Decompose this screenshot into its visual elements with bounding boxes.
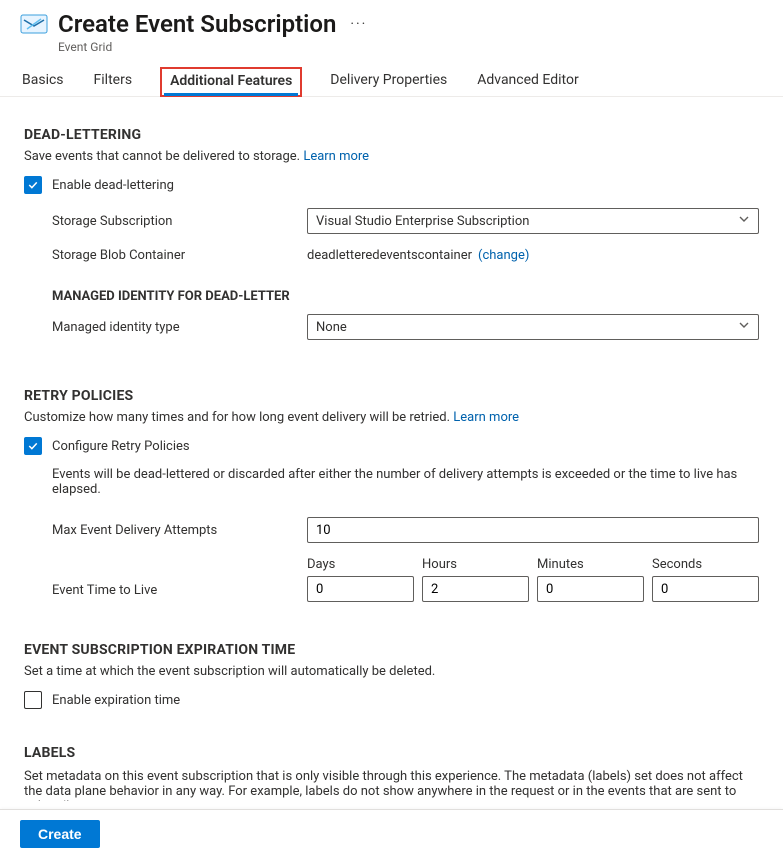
configure-retry-policies-checkbox[interactable] xyxy=(24,437,42,455)
chevron-down-icon xyxy=(738,213,750,229)
enable-dead-lettering-checkbox[interactable] xyxy=(24,176,42,194)
managed-identity-type-select[interactable]: None xyxy=(307,314,759,340)
max-attempts-label: Max Event Delivery Attempts xyxy=(52,523,307,538)
enable-dead-lettering-label: Enable dead-lettering xyxy=(52,178,174,193)
storage-subscription-label: Storage Subscription xyxy=(52,214,307,229)
managed-identity-type-label: Managed identity type xyxy=(52,320,307,335)
chevron-down-icon xyxy=(738,319,750,335)
create-button[interactable]: Create xyxy=(20,820,100,848)
service-name: Event Grid xyxy=(58,40,367,54)
ttl-days-label: Days xyxy=(307,557,414,572)
storage-subscription-select[interactable]: Visual Studio Enterprise Subscription xyxy=(307,208,759,234)
storage-blob-container-value: deadletteredeventscontainer xyxy=(307,248,472,263)
more-menu[interactable]: ··· xyxy=(350,16,367,32)
labels-heading: LABELS xyxy=(24,745,759,761)
ttl-minutes-label: Minutes xyxy=(537,557,644,572)
configure-retry-policies-label: Configure Retry Policies xyxy=(52,439,190,454)
tab-filters[interactable]: Filters xyxy=(92,66,135,96)
event-grid-icon xyxy=(20,10,48,38)
ttl-seconds-label: Seconds xyxy=(652,557,759,572)
page-title: Create Event Subscription xyxy=(58,10,336,38)
dead-lettering-desc: Save events that cannot be delivered to … xyxy=(24,149,759,164)
retry-policies-desc: Customize how many times and for how lon… xyxy=(24,410,759,425)
tab-bar: Basics Filters Additional Features Deliv… xyxy=(0,58,783,97)
retry-learn-more-link[interactable]: Learn more xyxy=(453,410,519,425)
tab-advanced-editor[interactable]: Advanced Editor xyxy=(475,66,580,96)
expiration-heading: EVENT SUBSCRIPTION EXPIRATION TIME xyxy=(24,642,759,658)
ttl-days-input[interactable] xyxy=(307,576,414,602)
enable-expiration-label: Enable expiration time xyxy=(52,693,180,708)
expiration-desc: Set a time at which the event subscripti… xyxy=(24,664,759,679)
tab-delivery-properties[interactable]: Delivery Properties xyxy=(328,66,449,96)
blob-container-change-link[interactable]: (change) xyxy=(478,248,529,263)
ttl-minutes-input[interactable] xyxy=(537,576,644,602)
ttl-hours-label: Hours xyxy=(422,557,529,572)
managed-identity-heading: MANAGED IDENTITY FOR DEAD-LETTER xyxy=(24,289,759,304)
storage-blob-container-label: Storage Blob Container xyxy=(52,248,307,263)
max-attempts-input[interactable] xyxy=(307,517,759,543)
ttl-label: Event Time to Live xyxy=(52,583,307,602)
enable-expiration-checkbox[interactable] xyxy=(24,691,42,709)
labels-desc: Set metadata on this event subscription … xyxy=(24,769,759,801)
ttl-hours-input[interactable] xyxy=(422,576,529,602)
dead-lettering-learn-more-link[interactable]: Learn more xyxy=(303,149,369,164)
ttl-seconds-input[interactable] xyxy=(652,576,759,602)
tab-additional-features[interactable]: Additional Features xyxy=(160,67,302,97)
retry-policies-heading: RETRY POLICIES xyxy=(24,388,759,404)
tab-basics[interactable]: Basics xyxy=(20,66,66,96)
dead-lettering-heading: DEAD-LETTERING xyxy=(24,127,759,143)
retry-note: Events will be dead-lettered or discarde… xyxy=(24,467,759,497)
